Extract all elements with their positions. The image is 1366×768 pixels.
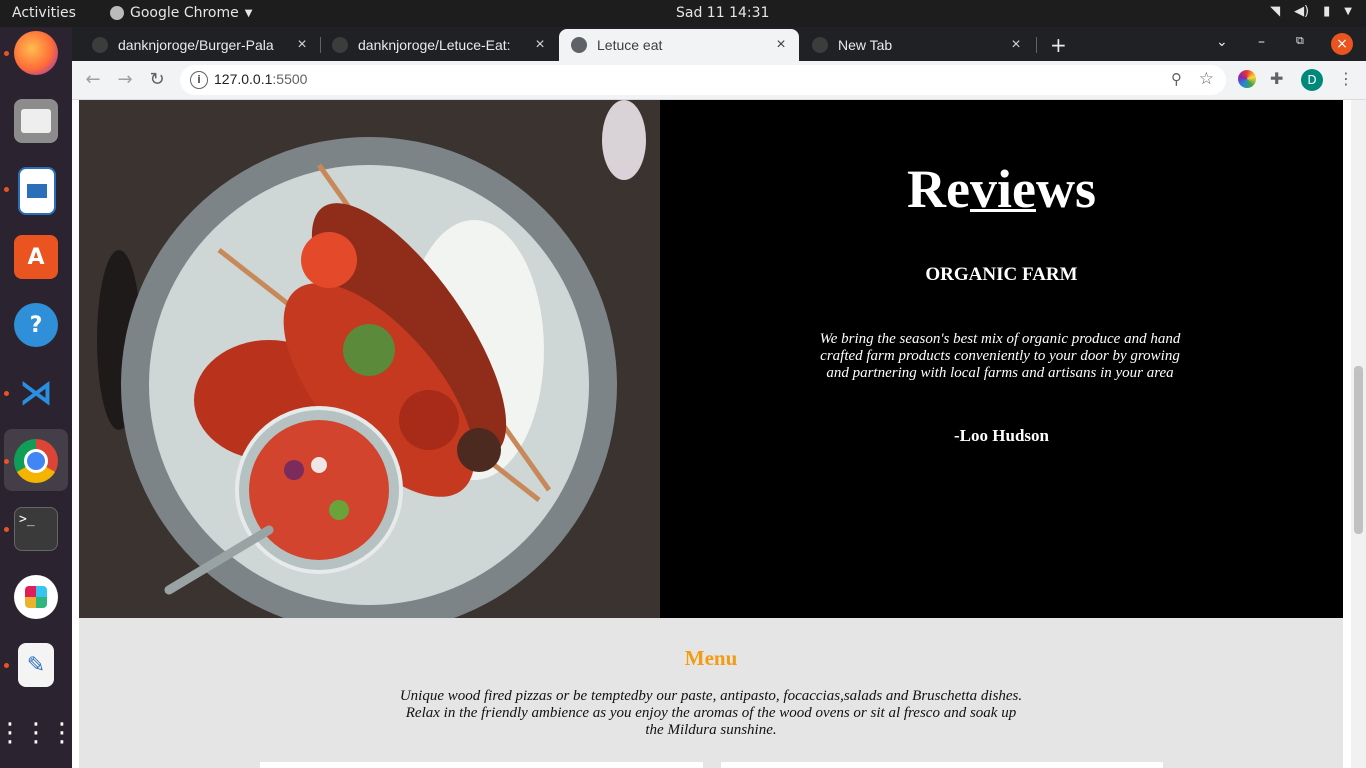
extensions-puzzle-icon[interactable]: ✚ xyxy=(1270,70,1288,88)
review-panel: Reviews ORGANIC FARM We bring the season… xyxy=(660,100,1343,618)
wifi-icon: ◥ xyxy=(1270,4,1281,19)
kebab-dish-photo xyxy=(79,100,660,618)
tab-search-button[interactable]: ⌄ xyxy=(1216,34,1228,50)
ubuntu-software-icon[interactable]: A xyxy=(14,235,58,279)
battery-icon: ▮ xyxy=(1323,4,1331,19)
browser-tab-strip: danknjoroge/Burger-Pala × danknjoroge/Le… xyxy=(72,27,1366,61)
system-tray[interactable]: ◥ ◀) ▮ ▼ xyxy=(1270,4,1352,19)
menu-card xyxy=(260,762,703,768)
site-info-icon[interactable]: i xyxy=(190,71,208,89)
text-editor-icon[interactable]: ✎ xyxy=(18,643,54,687)
app-menu[interactable]: Google Chrome ▼ xyxy=(110,5,252,21)
page-scrollbar[interactable] xyxy=(1351,100,1366,768)
clock[interactable]: Sad 11 14:31 xyxy=(676,5,769,21)
vscode-icon[interactable]: ⋊ xyxy=(14,371,58,415)
scrollbar-thumb[interactable] xyxy=(1354,366,1363,534)
app-menu-label: Google Chrome xyxy=(130,5,239,21)
close-icon[interactable]: × xyxy=(1008,36,1024,54)
window-close-button[interactable]: × xyxy=(1331,33,1353,55)
chrome-tab-icon xyxy=(812,37,828,53)
chrome-small-icon xyxy=(110,6,124,20)
github-icon xyxy=(332,37,348,53)
review-author: -Loo Hudson xyxy=(954,426,1049,445)
menu-card xyxy=(721,762,1163,768)
profile-avatar[interactable]: D xyxy=(1301,69,1323,91)
color-picker-extension-icon[interactable] xyxy=(1238,70,1256,88)
menu-title: Menu xyxy=(684,646,738,670)
help-icon[interactable]: ? xyxy=(14,303,58,347)
github-icon xyxy=(92,37,108,53)
chrome-icon[interactable] xyxy=(14,439,58,483)
page-viewport: Reviews ORGANIC FARM We bring the season… xyxy=(72,100,1366,768)
tab-burger-palace[interactable]: danknjoroge/Burger-Pala × xyxy=(80,29,320,61)
url-text: 127.0.0.1:5500 xyxy=(214,71,308,87)
close-icon[interactable]: × xyxy=(773,36,789,54)
tab-title: danknjoroge/Letuce-Eat: xyxy=(358,37,511,53)
tab-title: Letuce eat xyxy=(597,37,663,53)
activities-button[interactable]: Activities xyxy=(12,5,76,21)
globe-icon xyxy=(571,37,587,53)
caret-down-icon: ▼ xyxy=(244,7,253,19)
zoom-icon[interactable]: ⚲ xyxy=(1171,70,1182,88)
terminal-icon[interactable]: >_ xyxy=(14,507,58,551)
tab-title: danknjoroge/Burger-Pala xyxy=(118,37,274,53)
slack-icon[interactable] xyxy=(14,575,58,619)
tab-letuce-eats-repo[interactable]: danknjoroge/Letuce-Eat: × xyxy=(320,29,558,61)
libreoffice-writer-icon[interactable] xyxy=(18,167,56,215)
restore-button[interactable]: ⧉ xyxy=(1296,34,1304,48)
ubuntu-dock: A ? ⋊ >_ ✎ ⋮⋮⋮ xyxy=(0,27,75,768)
app-grid-icon[interactable]: ⋮⋮⋮ xyxy=(0,711,75,755)
firefox-icon[interactable] xyxy=(14,31,58,75)
browser-toolbar: ← → ↻ i 127.0.0.1:5500 ⚲ ☆ ✚ D ⋮ xyxy=(72,61,1366,100)
tab-letuce-eat[interactable]: Letuce eat × xyxy=(559,29,799,61)
reviews-heading: Reviews xyxy=(907,159,1096,219)
back-button[interactable]: ← xyxy=(82,69,104,91)
review-farm-name: ORGANIC FARM xyxy=(925,264,1078,285)
tab-new-tab[interactable]: New Tab × xyxy=(800,29,1034,61)
address-bar[interactable]: i 127.0.0.1:5500 ⚲ ☆ xyxy=(180,65,1226,95)
new-tab-button[interactable]: + xyxy=(1050,33,1067,57)
kebab-dish-illustration xyxy=(79,100,660,618)
files-icon[interactable] xyxy=(14,99,58,143)
menu-section: Menu Unique wood fired pizzas or be temp… xyxy=(79,618,1343,768)
forward-button[interactable]: → xyxy=(114,69,136,91)
browser-menu-icon[interactable]: ⋮ xyxy=(1338,69,1354,88)
review-section: Reviews ORGANIC FARM We bring the season… xyxy=(79,100,1343,618)
volume-icon: ◀) xyxy=(1294,4,1310,19)
close-icon[interactable]: × xyxy=(294,36,310,54)
tab-title: New Tab xyxy=(838,37,893,53)
bookmark-star-icon[interactable]: ☆ xyxy=(1199,69,1214,89)
system-top-bar: Activities Google Chrome ▼ Sad 11 14:31 … xyxy=(0,0,1366,27)
minimize-button[interactable]: – xyxy=(1258,34,1265,50)
chevron-down-icon: ▼ xyxy=(1344,6,1352,17)
review-quote: We bring the season's best mix of organi… xyxy=(819,331,1181,381)
menu-description: Unique wood fired pizzas or be temptedby… xyxy=(399,688,1023,738)
close-icon[interactable]: × xyxy=(532,36,548,54)
reload-button[interactable]: ↻ xyxy=(146,69,168,91)
